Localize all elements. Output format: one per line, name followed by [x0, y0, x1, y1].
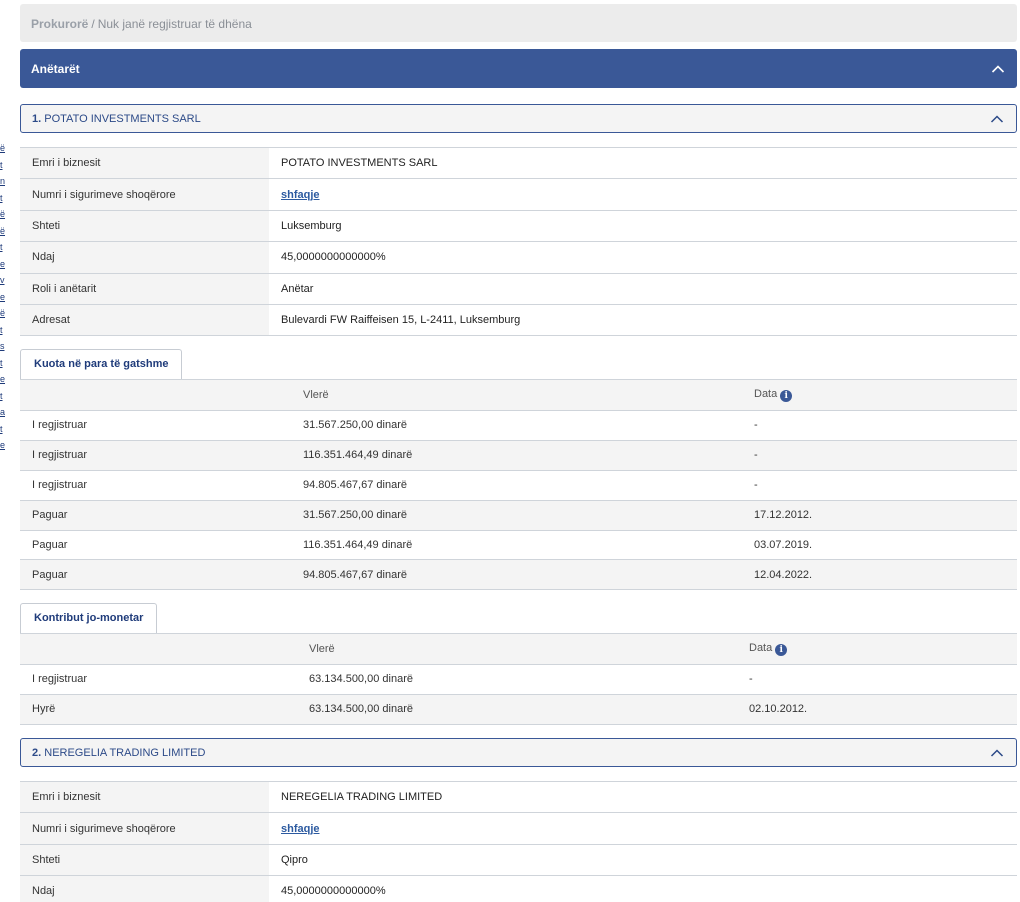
- member-details-table: Emri i biznesit POTATO INVESTMENTS SARL N…: [20, 146, 1017, 337]
- show-link[interactable]: shfaqje: [281, 189, 320, 201]
- side-link-fragment[interactable]: t: [0, 388, 8, 405]
- column-header-value: Vlerë: [297, 633, 737, 665]
- detail-label: Numri i sigurimeve shoqërore: [20, 178, 269, 211]
- side-link-fragment[interactable]: n: [0, 173, 8, 190]
- detail-label: Emri i biznesit: [20, 146, 269, 179]
- clipped-side-links: ë t n t ë ë t e v e ë t s t e t a t e: [0, 140, 8, 454]
- non-monetary-table: Vlerë Data i I regjistruar 63.134.500,00 d…: [20, 633, 1017, 725]
- detail-row: Shteti Qipro: [20, 843, 1017, 876]
- detail-label: Adresat: [20, 303, 269, 337]
- detail-value: NEREGELIA TRADING LIMITED: [269, 780, 1017, 813]
- side-link-fragment[interactable]: e: [0, 256, 8, 273]
- section-title: Anëtarët: [31, 62, 80, 76]
- detail-value: Bulevardi FW Raiffeisen 15, L-2411, Luks…: [269, 303, 1017, 337]
- detail-value: 45,0000000000000%: [269, 875, 1017, 902]
- table-row: Paguar 31.567.250,00 dinarë 17.12.2012.: [20, 499, 1017, 531]
- detail-row: Ndaj 45,0000000000000%: [20, 875, 1017, 902]
- member-number: 1.: [32, 113, 42, 125]
- detail-label: Roli i anëtarit: [20, 272, 269, 305]
- side-link-fragment[interactable]: t: [0, 190, 8, 207]
- side-link-fragment[interactable]: e: [0, 371, 8, 388]
- detail-label: Numri i sigurimeve shoqërore: [20, 812, 269, 845]
- show-link[interactable]: shfaqje: [281, 823, 320, 835]
- side-link-fragment[interactable]: t: [0, 322, 8, 339]
- tab-cash-quota[interactable]: Kuota në para të gatshme: [20, 349, 183, 379]
- detail-label: Shteti: [20, 843, 269, 876]
- breadcrumb-separator: /: [91, 17, 95, 31]
- table-row: Paguar 116.351.464,49 dinarë 03.07.2019.: [20, 529, 1017, 560]
- table-row: I regjistruar 63.134.500,00 dinarë -: [20, 664, 1017, 695]
- side-link-fragment[interactable]: t: [0, 157, 8, 174]
- detail-value: 45,0000000000000%: [269, 241, 1017, 274]
- table-row: Paguar 94.805.467,67 dinarë 12.04.2022.: [20, 559, 1017, 591]
- member-header[interactable]: 1. POTATO INVESTMENTS SARL: [20, 104, 1017, 133]
- detail-row: Ndaj 45,0000000000000%: [20, 241, 1017, 274]
- breadcrumb-current: Nuk janë regjistruar të dhëna: [97, 17, 252, 31]
- side-link-fragment[interactable]: s: [0, 338, 8, 355]
- table-row: I regjistruar 94.805.467,67 dinarë -: [20, 469, 1017, 501]
- detail-value: Luksemburg: [269, 209, 1017, 242]
- table-row: I regjistruar 116.351.464,49 dinarë -: [20, 439, 1017, 471]
- side-link-fragment[interactable]: a: [0, 404, 8, 421]
- table-row: Hyrë 63.134.500,00 dinarë 02.10.2012.: [20, 693, 1017, 725]
- member-name: POTATO INVESTMENTS SARL: [44, 113, 201, 125]
- member-header[interactable]: 2. NEREGELIA TRADING LIMITED: [20, 738, 1017, 767]
- table-row: I regjistruar 31.567.250,00 dinarë -: [20, 410, 1017, 441]
- detail-label: Shteti: [20, 209, 269, 242]
- side-link-fragment[interactable]: ë: [0, 140, 8, 157]
- detail-row: Roli i anëtarit Anëtar: [20, 272, 1017, 305]
- tab-non-monetary-contribution[interactable]: Kontribut jo-monetar: [20, 603, 158, 633]
- breadcrumb: Prokurorë / Nuk janë regjistruar të dhëna: [20, 4, 1017, 42]
- chevron-up-icon[interactable]: [990, 112, 1004, 126]
- side-link-fragment[interactable]: ë: [0, 223, 8, 240]
- side-link-fragment[interactable]: v: [0, 272, 8, 289]
- detail-label: Ndaj: [20, 875, 269, 902]
- detail-row: Emri i biznesit NEREGELIA TRADING LIMITED: [20, 780, 1017, 813]
- member-number: 2.: [32, 747, 42, 759]
- side-link-fragment[interactable]: e: [0, 289, 8, 306]
- side-link-fragment[interactable]: t: [0, 421, 8, 438]
- table-header-row: Vlerë Data i: [20, 633, 1017, 665]
- detail-value: Qipro: [269, 843, 1017, 876]
- info-icon[interactable]: i: [780, 390, 793, 402]
- detail-row: Emri i biznesit POTATO INVESTMENTS SARL: [20, 146, 1017, 179]
- detail-value: Anëtar: [269, 272, 1017, 305]
- side-link-fragment[interactable]: ë: [0, 206, 8, 223]
- chevron-up-icon[interactable]: [991, 62, 1005, 76]
- detail-value: POTATO INVESTMENTS SARL: [269, 146, 1017, 179]
- detail-row: Numri i sigurimeve shoqërore shfaqje: [20, 178, 1017, 211]
- detail-row: Adresat Bulevardi FW Raiffeisen 15, L-241…: [20, 303, 1017, 337]
- column-header-date: Data i: [737, 633, 1017, 665]
- side-link-fragment[interactable]: t: [0, 239, 8, 256]
- breadcrumb-link[interactable]: Prokurorë: [31, 17, 88, 31]
- detail-row: Shteti Luksemburg: [20, 209, 1017, 242]
- member-name: NEREGELIA TRADING LIMITED: [44, 747, 206, 759]
- cash-quota-table: Vlerë Data i I regjistruar 31.567.250,00 d…: [20, 379, 1017, 591]
- detail-label: Ndaj: [20, 241, 269, 274]
- side-link-fragment[interactable]: t: [0, 355, 8, 372]
- detail-row: Numri i sigurimeve shoqërore shfaqje: [20, 812, 1017, 845]
- detail-label: Emri i biznesit: [20, 780, 269, 813]
- chevron-up-icon[interactable]: [990, 746, 1004, 760]
- info-icon[interactable]: i: [775, 644, 788, 656]
- column-header-date: Data i: [742, 379, 1017, 411]
- table-header-row: Vlerë Data i: [20, 379, 1017, 411]
- column-header-value: Vlerë: [291, 379, 742, 411]
- side-link-fragment[interactable]: ë: [0, 305, 8, 322]
- side-link-fragment[interactable]: e: [0, 437, 8, 454]
- member-details-table: Emri i biznesit NEREGELIA TRADING LIMITED…: [20, 780, 1017, 902]
- members-section-header[interactable]: Anëtarët: [20, 49, 1017, 88]
